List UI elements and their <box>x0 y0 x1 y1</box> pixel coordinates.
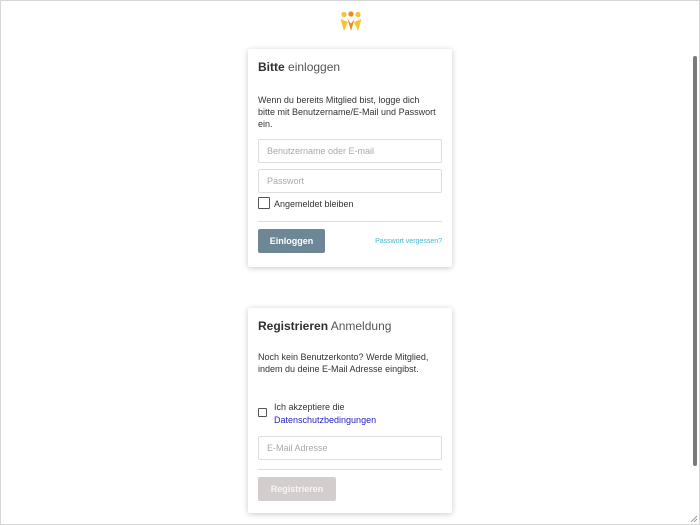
page-scrollbar[interactable] <box>690 0 699 525</box>
accept-privacy-label: Ich akzeptiere die Datenschutzbedingunge… <box>274 401 376 427</box>
register-title-strong: Registrieren <box>258 319 329 333</box>
privacy-policy-link[interactable]: Datenschutzbedingungen <box>274 415 376 425</box>
register-card: Registrieren Anmeldung Noch kein Benutze… <box>248 308 452 513</box>
accept-prefix-text: Ich akzeptiere die <box>274 402 345 412</box>
login-card: Bitte einloggen Wenn du bereits Mitglied… <box>248 49 452 267</box>
login-description: Wenn du bereits Mitglied bist, logge dic… <box>258 95 436 129</box>
register-title-light: Anmeldung <box>330 319 392 333</box>
login-title-light: einloggen <box>288 60 341 74</box>
forgot-password-link[interactable]: Passwort vergessen? <box>375 238 442 245</box>
register-description: Noch kein Benutzerkonto? Werde Mitglied,… <box>258 352 429 374</box>
scrollbar-thumb[interactable] <box>693 56 697 466</box>
login-title-strong: Bitte <box>258 60 285 74</box>
login-divider <box>258 221 442 222</box>
register-title: Registrieren Anmeldung <box>258 319 391 333</box>
login-button[interactable]: Einloggen <box>258 229 325 253</box>
password-input[interactable] <box>258 169 442 193</box>
register-button[interactable]: Registrieren <box>258 477 336 501</box>
remember-label: Angemeldet bleiben <box>274 199 354 209</box>
username-input[interactable] <box>258 139 442 163</box>
people-logo-icon <box>340 11 362 31</box>
accept-privacy-checkbox[interactable] <box>258 408 267 417</box>
login-title: Bitte einloggen <box>258 60 340 74</box>
register-divider <box>258 469 442 470</box>
remember-checkbox[interactable] <box>258 197 270 209</box>
resize-grip-icon[interactable] <box>688 513 698 523</box>
email-input[interactable] <box>258 436 442 460</box>
